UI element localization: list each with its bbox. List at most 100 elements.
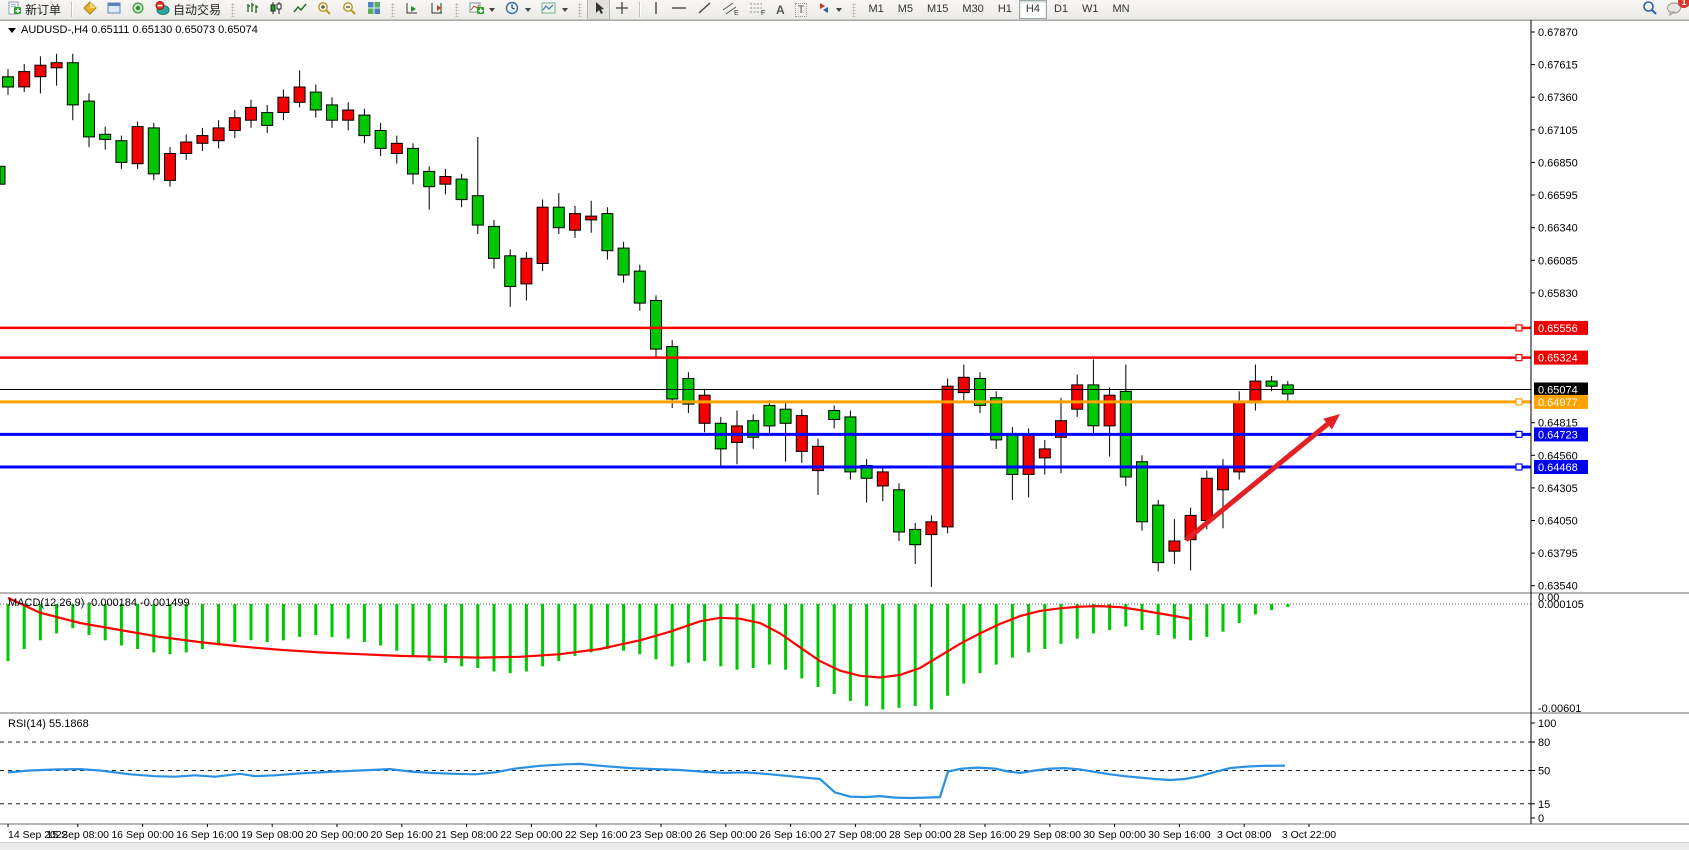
candlestick-chart-button[interactable] <box>264 0 288 20</box>
svg-text:19 Sep 08:00: 19 Sep 08:00 <box>241 829 304 841</box>
timeframe-button-h4[interactable]: H4 <box>1019 0 1047 19</box>
toolbar-separator <box>71 2 73 17</box>
new-order-button[interactable]: 新订单 <box>3 0 66 20</box>
toolbar-grip <box>578 3 582 17</box>
rsi-name: RSI(14) <box>8 718 46 730</box>
svg-text:30 Sep 00:00: 30 Sep 00:00 <box>1083 829 1146 841</box>
svg-text:0.67615: 0.67615 <box>1538 60 1578 72</box>
cursor-icon <box>592 1 605 18</box>
channel-letter: E <box>734 10 739 16</box>
autotrade-icon <box>155 1 170 18</box>
svg-text:3 Oct 08:00: 3 Oct 08:00 <box>1217 829 1271 841</box>
rsi-indicator-label: RSI(14) 55.1868 <box>8 718 89 730</box>
svg-text:15: 15 <box>1538 799 1550 811</box>
timeframe-button-d1[interactable]: D1 <box>1047 0 1075 19</box>
dropdown-caret-icon <box>562 8 568 12</box>
svg-text:0.63795: 0.63795 <box>1538 548 1578 560</box>
fibonacci-tool[interactable]: F <box>744 0 771 21</box>
zoom-out-button[interactable] <box>337 0 362 21</box>
svg-text:0.65830: 0.65830 <box>1538 288 1578 300</box>
chart-shift-button[interactable] <box>425 0 450 20</box>
timeframe-button-mn[interactable]: MN <box>1106 0 1137 19</box>
trendline-icon <box>697 1 712 18</box>
timeframe-button-m30[interactable]: M30 <box>955 0 990 19</box>
new-order-label: 新订单 <box>25 1 61 18</box>
svg-text:20 Sep 00:00: 20 Sep 00:00 <box>306 829 369 841</box>
svg-text:27 Sep 08:00: 27 Sep 08:00 <box>824 829 887 841</box>
svg-text:0.66850: 0.66850 <box>1538 157 1578 169</box>
toolbar-grip <box>852 3 856 17</box>
bar-chart-icon <box>245 1 259 18</box>
svg-text:0.64977: 0.64977 <box>1538 397 1578 409</box>
text-label-tool[interactable]: T <box>790 1 813 19</box>
navigator-button[interactable] <box>126 0 150 20</box>
chart-title: AUDUSD-,H4 0.65111 0.65130 0.65073 0.650… <box>8 24 258 36</box>
svg-text:30 Sep 16:00: 30 Sep 16:00 <box>1148 829 1211 841</box>
svg-text:0.64050: 0.64050 <box>1538 516 1578 528</box>
svg-text:26 Sep 16:00: 26 Sep 16:00 <box>759 829 822 841</box>
dropdown-caret-icon <box>836 8 842 12</box>
search-icon[interactable] <box>1642 0 1658 19</box>
text-tool[interactable]: A <box>771 1 790 19</box>
indicators-icon <box>469 1 484 18</box>
bar-chart-button[interactable] <box>240 0 264 20</box>
timeframe-button-w1[interactable]: W1 <box>1075 0 1106 19</box>
cursor-tool-button[interactable] <box>587 0 610 20</box>
svg-text:0.000105: 0.000105 <box>1538 599 1584 611</box>
trendline-tool[interactable] <box>692 0 717 20</box>
periods-button[interactable] <box>500 0 536 21</box>
indicators-button[interactable] <box>464 0 500 20</box>
channel-icon: E <box>722 1 739 19</box>
rsi-value: 55.1868 <box>49 718 89 730</box>
templates-button[interactable] <box>536 0 573 20</box>
data-window-button[interactable] <box>102 0 126 20</box>
svg-text:0: 0 <box>1538 813 1544 825</box>
zoom-in-button[interactable] <box>312 0 337 21</box>
candlestick-chart-icon <box>269 1 283 18</box>
line-chart-button[interactable] <box>288 0 312 20</box>
macd-name: MACD(12,26,9) <box>8 597 84 609</box>
timeframe-button-h1[interactable]: H1 <box>991 0 1019 19</box>
main-toolbar: 新订单 自动交易 <box>0 0 1689 20</box>
symbol-dropdown-icon[interactable] <box>8 28 16 33</box>
vertical-line-tool[interactable] <box>646 0 666 20</box>
svg-text:16 Sep 00:00: 16 Sep 00:00 <box>111 829 174 841</box>
svg-text:0.67360: 0.67360 <box>1538 92 1578 104</box>
auto-scroll-icon <box>405 1 420 18</box>
macd-indicator-label: MACD(12,26,9) -0.000184 -0.001499 <box>8 597 190 609</box>
svg-text:28 Sep 00:00: 28 Sep 00:00 <box>889 829 952 841</box>
auto-scroll-button[interactable] <box>400 0 425 20</box>
autotrade-label: 自动交易 <box>173 1 221 18</box>
autotrade-button[interactable]: 自动交易 <box>150 0 226 20</box>
timeframe-button-m1[interactable]: M1 <box>861 0 890 19</box>
arrows-tool[interactable] <box>812 0 847 20</box>
dropdown-caret-icon <box>525 8 531 12</box>
notification-badge: 1 <box>1678 0 1689 8</box>
crosshair-tool-button[interactable] <box>610 0 634 20</box>
notifications-icon[interactable]: 1 <box>1666 1 1683 19</box>
timeframe-button-m5[interactable]: M5 <box>891 0 920 19</box>
svg-text:0.65556: 0.65556 <box>1538 323 1578 335</box>
svg-text:16 Sep 16:00: 16 Sep 16:00 <box>176 829 239 841</box>
tile-windows-icon <box>367 1 381 18</box>
chart-area[interactable]: 0.678700.676150.673600.671050.668500.665… <box>0 0 1689 849</box>
line-chart-icon <box>293 1 307 18</box>
data-window-icon <box>107 1 121 18</box>
horizontal-line-tool[interactable] <box>666 0 692 20</box>
svg-text:28 Sep 16:00: 28 Sep 16:00 <box>954 829 1017 841</box>
symbol-quotes: 0.65111 0.65130 0.65073 0.65074 <box>91 24 258 36</box>
svg-text:0.66595: 0.66595 <box>1538 190 1578 202</box>
svg-text:3 Oct 22:00: 3 Oct 22:00 <box>1282 829 1336 841</box>
arrows-tool-icon <box>817 1 831 18</box>
fibonacci-icon: F <box>749 1 766 19</box>
fibo-letter: F <box>761 10 765 16</box>
tile-windows-button[interactable] <box>362 0 386 20</box>
zoom-in-icon <box>317 1 332 19</box>
svg-text:22 Sep 16:00: 22 Sep 16:00 <box>565 829 628 841</box>
text-label-icon: T <box>795 3 808 17</box>
channel-tool[interactable]: E <box>717 0 744 21</box>
timeframe-button-m15[interactable]: M15 <box>920 0 955 19</box>
market-watch-button[interactable] <box>78 0 102 20</box>
svg-text:0.67870: 0.67870 <box>1538 27 1578 39</box>
timeframe-group: M1M5M15M30H1H4D1W1MN <box>858 0 1139 19</box>
